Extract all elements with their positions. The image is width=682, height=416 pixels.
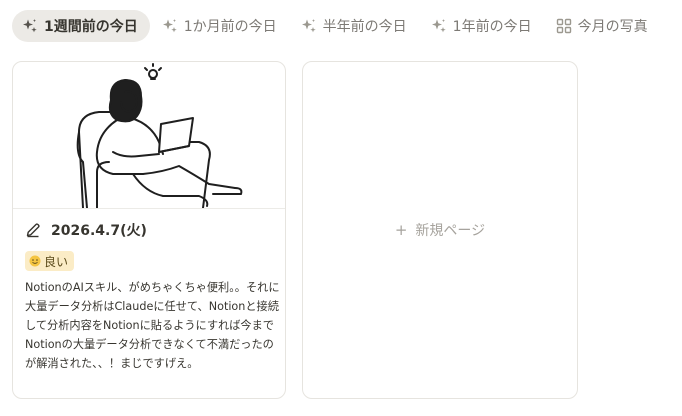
entry-body-text: NotionのAIスキル、がめちゃくちゃ便利。。それに大量データ分析はClaud… [25,281,280,370]
tab-label: 半年前の今日 [322,19,407,35]
sparkle-icon [162,18,178,34]
new-page-label: 新規ページ [415,223,486,239]
new-page-card[interactable]: + 新規ページ [302,61,578,399]
person-with-laptop-illustration [76,63,243,208]
tab-this-month-photos[interactable]: 今月の写真 [546,10,660,42]
sparkle-icon [301,18,317,34]
sparkle-icon [22,18,38,34]
grid-icon [556,18,572,34]
tab-half-year-ago[interactable]: 半年前の今日 [291,10,419,42]
tab-label: 1週間前の今日 [44,19,138,35]
smile-face-icon [29,255,41,267]
tab-1-week-ago[interactable]: 1週間前の今日 [12,10,150,42]
plus-icon: + [394,221,408,239]
tab-label: 1か月前の今日 [183,19,277,35]
tab-label: 今月の写真 [577,19,648,35]
new-page-button[interactable]: + 新規ページ [303,220,577,240]
tab-label: 1年前の今日 [452,19,532,35]
entry-date-row: 2026.4.7(火) [25,220,147,240]
gallery-tabs: 1週間前の今日 1か月前の今日 半年前の今日 1年前の今日 今月の写真 [12,10,662,42]
mood-label: 良い [44,254,69,269]
journal-card[interactable]: 2026.4.7(火) 良い NotionのAIスキル、がめちゃくちゃ便利。。そ… [12,61,286,399]
pencil-icon [25,222,41,238]
mood-badge[interactable]: 良い [25,251,75,271]
tab-1-year-ago[interactable]: 1年前の今日 [421,10,544,42]
entry-date: 2026.4.7(火) [51,223,147,239]
tab-1-month-ago[interactable]: 1か月前の今日 [152,10,289,42]
sparkle-icon [431,18,447,34]
cover-illustration [13,62,285,209]
